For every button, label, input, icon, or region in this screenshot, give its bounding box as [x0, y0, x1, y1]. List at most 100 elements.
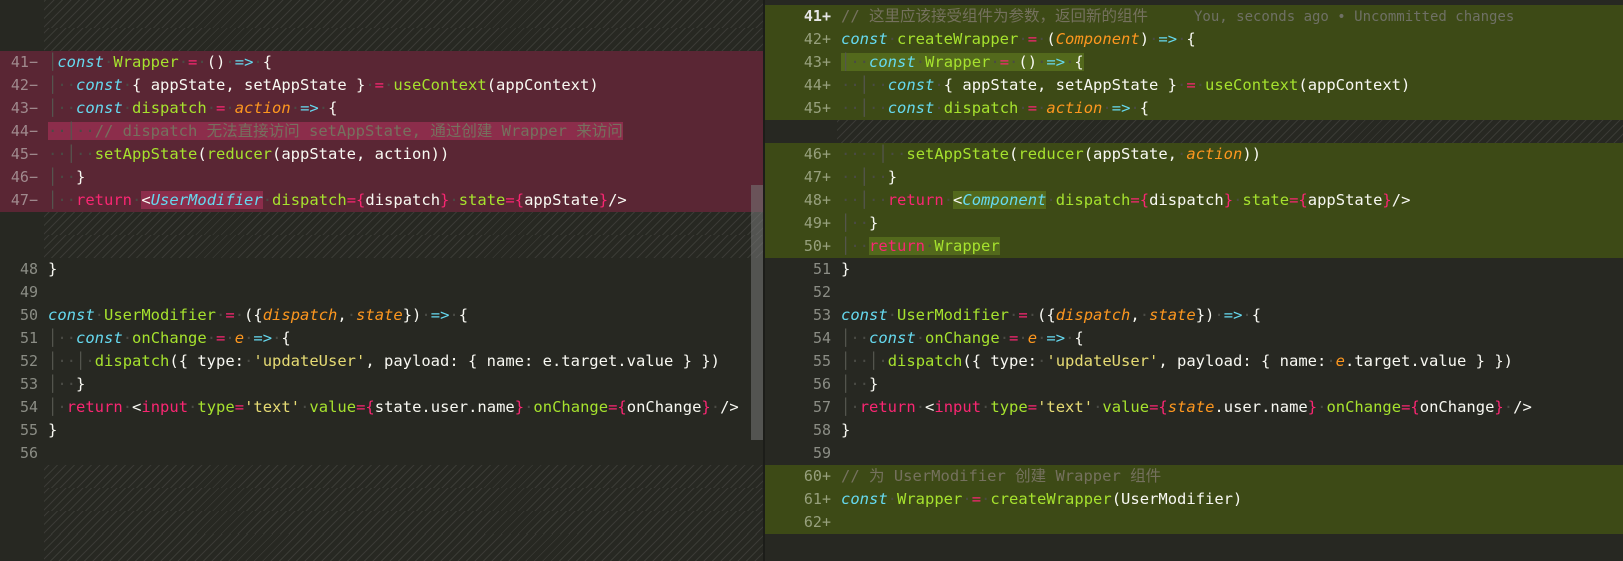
line-number: 43−	[0, 97, 44, 120]
diff-row-added[interactable]: 48+ ··│··return·<Component·dispatch={dis…	[765, 189, 1623, 212]
diff-row-added[interactable]: 50+ │··return·Wrapper	[765, 235, 1623, 258]
code-line[interactable]: }	[837, 258, 1623, 281]
line-number: 43+	[765, 51, 837, 74]
code-line[interactable]: │··return·<UserModifier·dispatch={dispat…	[44, 189, 765, 212]
line-number: 52	[765, 281, 837, 304]
code-line[interactable]	[44, 442, 765, 465]
diff-row-context[interactable]: 55 │··│·dispatch({ type:·'updateUser', p…	[765, 350, 1623, 373]
diff-row-added[interactable]: 61+ const·Wrapper·=·createWrapper(UserMo…	[765, 488, 1623, 511]
code-line[interactable]: const·createWrapper·=·(Component)·=>·{	[837, 28, 1623, 51]
gutter-filler	[0, 465, 44, 488]
diff-row-deleted[interactable]: 43− │··const·dispatch·=·action·=>·{	[0, 97, 765, 120]
diff-row-context[interactable]: 48 }	[0, 258, 765, 281]
diff-row-context[interactable]: 52 │··│·dispatch({ type:·'updateUser', p…	[0, 350, 765, 373]
diff-row-context[interactable]: 54 │··const·onChange·=·e·=>·{	[765, 327, 1623, 350]
diff-row-context[interactable]: 54 │·return·<input·type='text'·value={st…	[0, 396, 765, 419]
line-number: 55	[0, 419, 44, 442]
diff-row-deleted[interactable]: 44− ··│··// dispatch 无法直接访问 setAppState,…	[0, 120, 765, 143]
diff-row-context[interactable]: 57 │·return·<input·type='text'·value={st…	[765, 396, 1623, 419]
code-line[interactable]	[44, 281, 765, 304]
diff-row-context[interactable]: 53 │··}	[0, 373, 765, 396]
line-number: 51	[765, 258, 837, 281]
line-number: 53	[0, 373, 44, 396]
code-line[interactable]: │··const·onChange·=·e·=>·{	[837, 327, 1623, 350]
diff-row-context[interactable]: 52	[765, 281, 1623, 304]
code-line[interactable]: │··│·dispatch({ type:·'updateUser', payl…	[44, 350, 765, 373]
diff-row-added[interactable]: 62+	[765, 511, 1623, 534]
diff-pane-original[interactable]: 41− │const·Wrapper·=·()·=>·{ 42− │··cons…	[0, 0, 765, 561]
code-line[interactable]: │··}	[44, 166, 765, 189]
code-line[interactable]: }	[44, 258, 765, 281]
line-number: 53	[765, 304, 837, 327]
line-number: 47−	[0, 189, 44, 212]
code-line[interactable]: ··│··const·{ appState, setAppState }·=·u…	[837, 74, 1623, 97]
line-number: 42−	[0, 74, 44, 97]
diff-row-context[interactable]: 53 const·UserModifier·=·({dispatch,·stat…	[765, 304, 1623, 327]
code-line[interactable]: │··const·Wrapper·=·()·=>·{	[837, 51, 1623, 74]
diff-row-context[interactable]: 58 }	[765, 419, 1623, 442]
code-line[interactable]: │··}	[837, 212, 1623, 235]
code-line[interactable]: │··const·{ appState, setAppState }·=·use…	[44, 74, 765, 97]
diff-row-context[interactable]: 51 }	[765, 258, 1623, 281]
code-line[interactable]: const·UserModifier·=·({dispatch,·state})…	[44, 304, 765, 327]
gutter-filler	[0, 212, 44, 235]
code-line[interactable]: │·return·<input·type='text'·value={state…	[44, 396, 765, 419]
diff-row-context[interactable]: 56 │··}	[765, 373, 1623, 396]
code-line[interactable]	[837, 442, 1623, 465]
code-line[interactable]: │··const·onChange·=·e·=>·{	[44, 327, 765, 350]
code-line[interactable]	[837, 511, 1623, 534]
diff-filler-row	[0, 212, 765, 235]
code-line[interactable]: // 为 UserModifier 创建 Wrapper 组件	[837, 465, 1623, 488]
line-number: 59	[765, 442, 837, 465]
diff-row-added[interactable]: 43+ │··const·Wrapper·=·()·=>·{	[765, 51, 1623, 74]
code-line[interactable]: // 这里应该接受组件为参数，返回新的组件You, seconds ago • …	[837, 5, 1623, 28]
code-line[interactable]: ··│··}	[837, 166, 1623, 189]
diff-row-added[interactable]: 45+ ··│··const·dispatch·=·action·=>·{	[765, 97, 1623, 120]
code-line[interactable]: }	[44, 419, 765, 442]
diff-row-context[interactable]: 50 const·UserModifier·=·({dispatch,·stat…	[0, 304, 765, 327]
code-line[interactable]: │··}	[44, 373, 765, 396]
code-line[interactable]	[837, 281, 1623, 304]
code-line[interactable]: ····│··setAppState(reducer(appState,·act…	[837, 143, 1623, 166]
code-line[interactable]: │··│·dispatch({ type:·'updateUser', payl…	[837, 350, 1623, 373]
diff-row-context[interactable]: 59	[765, 442, 1623, 465]
diff-row-deleted[interactable]: 46− │··}	[0, 166, 765, 189]
code-line[interactable]: │··return·Wrapper	[837, 235, 1623, 258]
diff-row-added[interactable]: 46+ ····│··setAppState(reducer(appState,…	[765, 143, 1623, 166]
line-number: 56	[765, 373, 837, 396]
diff-row-added[interactable]: 49+ │··}	[765, 212, 1623, 235]
gutter-filler	[0, 28, 44, 51]
diff-filler-row	[0, 28, 765, 51]
diff-filler-row	[0, 0, 765, 28]
diff-row-added[interactable]: 41+ // 这里应该接受组件为参数，返回新的组件You, seconds ag…	[765, 5, 1623, 28]
diff-row-deleted[interactable]: 41− │const·Wrapper·=·()·=>·{	[0, 51, 765, 74]
code-line[interactable]: const·UserModifier·=·({dispatch,·state})…	[837, 304, 1623, 327]
diff-row-deleted[interactable]: 42− │··const·{ appState, setAppState }·=…	[0, 74, 765, 97]
diff-row-context[interactable]: 49	[0, 281, 765, 304]
comment-text: // 这里应该接受组件为参数，返回新的组件	[841, 7, 1148, 25]
code-line[interactable]: ··│··const·dispatch·=·action·=>·{	[837, 97, 1623, 120]
diff-row-added[interactable]: 42+ const·createWrapper·=·(Component)·=>…	[765, 28, 1623, 51]
line-number: 54	[0, 396, 44, 419]
code-line[interactable]: ··│··setAppState(reducer(appState, actio…	[44, 143, 765, 166]
diff-row-added[interactable]: 60+ // 为 UserModifier 创建 Wrapper 组件	[765, 465, 1623, 488]
code-line[interactable]: │·return·<input·type='text'·value={state…	[837, 396, 1623, 419]
code-line[interactable]: │const·Wrapper·=·()·=>·{	[44, 51, 765, 74]
line-number: 50+	[765, 235, 837, 258]
code-line[interactable]: const·Wrapper·=·createWrapper(UserModifi…	[837, 488, 1623, 511]
diff-pane-modified[interactable]: 41+ // 这里应该接受组件为参数，返回新的组件You, seconds ag…	[765, 0, 1623, 561]
gutter-filler	[0, 511, 44, 534]
diff-row-deleted[interactable]: 47− │··return·<UserModifier·dispatch={di…	[0, 189, 765, 212]
code-line[interactable]: │··}	[837, 373, 1623, 396]
git-blame-annotation[interactable]: You, seconds ago • Uncommitted changes	[1148, 9, 1514, 25]
diff-row-context[interactable]: 55 }	[0, 419, 765, 442]
code-line[interactable]: │··const·dispatch·=·action·=>·{	[44, 97, 765, 120]
diff-row-context[interactable]: 51 │··const·onChange·=·e·=>·{	[0, 327, 765, 350]
diff-row-deleted[interactable]: 45− ··│··setAppState(reducer(appState, a…	[0, 143, 765, 166]
diff-row-added[interactable]: 44+ ··│··const·{ appState, setAppState }…	[765, 74, 1623, 97]
diff-row-context[interactable]: 56	[0, 442, 765, 465]
code-line[interactable]: ··│··return·<Component·dispatch={dispatc…	[837, 189, 1623, 212]
code-line[interactable]: ··│··// dispatch 无法直接访问 setAppState, 通过创…	[44, 120, 765, 143]
code-line[interactable]: }	[837, 419, 1623, 442]
diff-row-added[interactable]: 47+ ··│··}	[765, 166, 1623, 189]
